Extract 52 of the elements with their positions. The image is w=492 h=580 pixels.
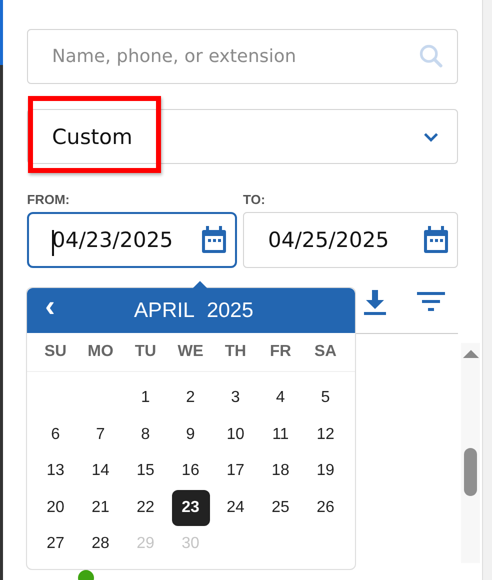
calendar-day[interactable]: 14 [82,453,120,490]
date-label: FROM: [27,192,71,207]
calendar-icon [201,226,227,254]
calendar-day[interactable]: 21 [82,490,120,526]
weekday-label: FR [268,343,292,361]
calendar-day[interactable]: 18 [262,453,300,490]
scroll-up-icon[interactable] [462,349,478,358]
calendar-icon [423,226,449,254]
chevron-down-icon [423,132,439,142]
calendar-day[interactable]: 9 [172,416,210,453]
calendar-day[interactable]: 19 [306,453,344,490]
calendar-day[interactable]: 12 [306,416,344,453]
date-field[interactable]: 04/23/2025 [27,212,237,268]
calendar-day[interactable]: 23 [172,490,210,526]
weekday-label: TU [134,343,158,361]
calendar-day[interactable]: 28 [82,526,120,562]
calendar-day[interactable]: 20 [36,490,74,526]
calendar-day[interactable]: 11 [262,416,300,453]
date-field[interactable]: 04/25/2025 [243,212,458,268]
weekday-label: MO [86,343,114,361]
calendar-day[interactable]: 1 [126,380,164,416]
scrollbar-thumb[interactable] [464,448,477,496]
range-dropdown[interactable]: Custom [27,109,458,164]
calendar-day[interactable]: 10 [216,416,254,453]
weekday-label: SA [313,343,338,361]
date-label: TO: [243,192,266,207]
calendar-day[interactable]: 7 [82,416,120,453]
month-title: APRIL [134,298,195,322]
download-icon[interactable] [363,289,387,315]
calendar-day[interactable]: 6 [36,416,74,453]
year-title: 2025 [206,298,254,322]
calendar-day[interactable]: 5 [306,380,344,416]
calendar-day[interactable]: 26 [306,490,344,526]
calendar-day[interactable]: 27 [36,526,74,562]
calendar-day[interactable]: 8 [126,416,164,453]
previous-month-button[interactable]: ‹ [39,292,61,322]
calendar-day[interactable]: 24 [216,490,254,526]
search-field[interactable]: Name, phone, or extension [27,29,458,84]
search-icon [418,43,444,69]
calendar-day[interactable]: 3 [216,380,254,416]
calendar-day[interactable]: 16 [172,453,210,490]
weekday-label: TH [224,343,248,361]
calendar-day[interactable]: 17 [216,453,254,490]
filter-icon[interactable] [417,292,445,312]
calendar-day[interactable]: 25 [262,490,300,526]
calendar-day[interactable]: 13 [36,453,74,490]
calendar-day[interactable]: 15 [126,453,164,490]
weekday-label: WE [176,343,204,361]
calendar-day[interactable]: 2 [172,380,210,416]
weekday-label: SU [43,343,68,361]
calendar-day[interactable]: 22 [126,490,164,526]
calendar-day[interactable]: 4 [262,380,300,416]
